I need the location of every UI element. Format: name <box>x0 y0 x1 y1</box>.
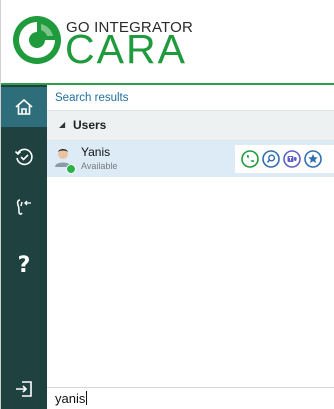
brand-name: CARA <box>65 26 187 72</box>
search-input[interactable]: yanis <box>47 387 334 409</box>
cara-logo-icon <box>13 16 61 64</box>
search-contact-button[interactable] <box>262 150 280 168</box>
voicemail-transfer-icon <box>16 199 31 215</box>
home-icon <box>15 98 33 115</box>
logout-icon <box>16 381 32 397</box>
sidebar-item-help[interactable]: ? <box>1 245 47 285</box>
text-caret <box>86 391 88 405</box>
call-button[interactable] <box>241 150 259 168</box>
favorite-icon <box>304 150 322 168</box>
list-item[interactable]: Yanis Available <box>47 141 334 177</box>
help-icon: ? <box>17 252 31 278</box>
sidebar-item-home[interactable] <box>1 87 47 127</box>
history-icon <box>14 148 33 166</box>
collapse-arrow-icon: ◢ <box>59 120 66 129</box>
cara-app-window: GO INTEGRATOR CARA ? Search results ◢ Us… <box>0 0 334 409</box>
teams-icon <box>283 150 301 168</box>
group-label: Users <box>73 118 107 132</box>
user-status: Available <box>81 161 118 171</box>
teams-button[interactable] <box>283 150 301 168</box>
main-content: Search results ◢ Users Yanis Available <box>47 85 334 409</box>
search-icon <box>262 150 280 168</box>
search-results-title: Search results <box>55 92 129 104</box>
favorite-button[interactable] <box>304 150 322 168</box>
sidebar: ? <box>1 85 47 409</box>
sidebar-item-logout[interactable] <box>1 369 47 409</box>
search-input-value: yanis <box>55 391 88 406</box>
user-actions <box>235 145 334 173</box>
sidebar-item-voicemail[interactable] <box>1 187 47 227</box>
app-header: GO INTEGRATOR CARA <box>1 0 334 85</box>
call-icon <box>241 150 259 168</box>
user-name: Yanis <box>81 145 111 159</box>
sidebar-item-history[interactable] <box>1 137 47 177</box>
presence-available-icon <box>66 164 76 174</box>
users-group-header[interactable]: ◢ Users <box>47 110 334 141</box>
